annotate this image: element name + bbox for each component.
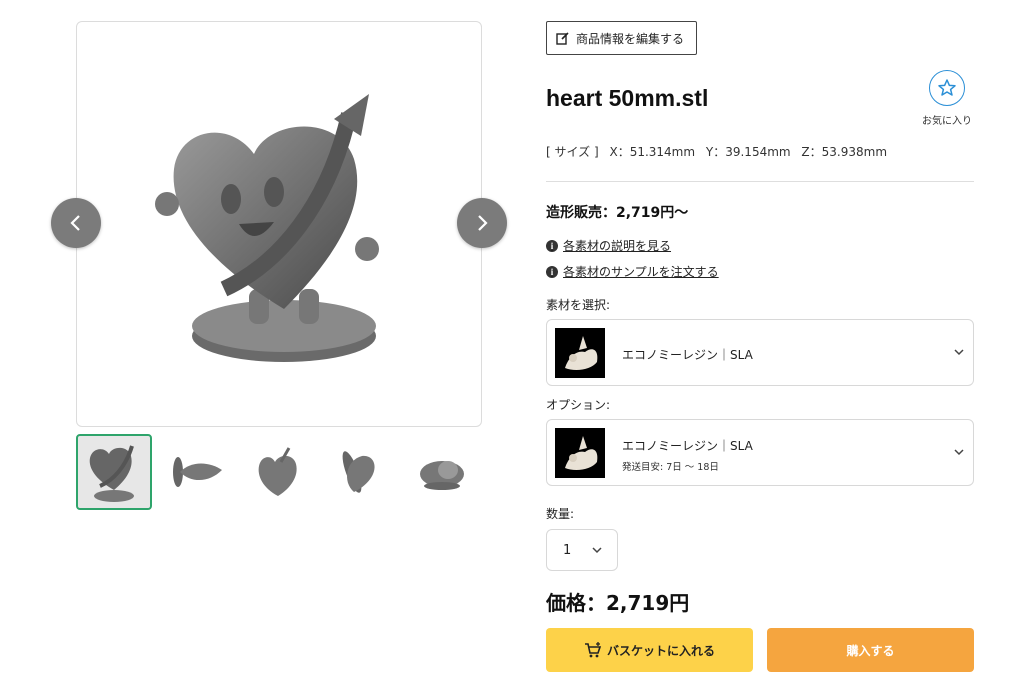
material-explain-label: 各素材の説明を見る	[563, 239, 672, 253]
material-samples-link[interactable]: i 各素材のサンプルを注文する	[546, 263, 719, 280]
thumbnail-5[interactable]	[404, 434, 480, 510]
chevron-down-icon	[592, 547, 602, 554]
option-selected-text: エコノミーレジン｜SLA	[622, 439, 753, 453]
add-to-basket-label: バスケットに入れる	[606, 643, 715, 658]
gallery-next-button[interactable]	[457, 198, 507, 248]
option-label: オプション:	[546, 398, 611, 412]
thumbnail-1[interactable]	[76, 434, 152, 510]
size-info: [ サイズ ] X：51.314mm Y：39.154mm Z：53.938mm	[546, 143, 894, 160]
option-select[interactable]: エコノミーレジン｜SLA 発送目安: 7日 〜 18日	[546, 419, 974, 486]
buy-button[interactable]: 購入する	[767, 628, 974, 672]
material-sample-image	[555, 328, 605, 378]
thumbnail-2[interactable]	[158, 434, 234, 510]
favorite-button[interactable]: お気に入り	[910, 70, 984, 127]
heart-top-view-icon	[173, 457, 222, 487]
resin-figure-icon	[565, 336, 598, 370]
heart-front-view-icon	[89, 445, 134, 502]
size-z: Z：53.938mm	[801, 145, 888, 159]
size-prefix: [ サイズ ]	[546, 145, 599, 159]
favorite-circle	[929, 70, 965, 106]
heart-character-model-icon	[155, 94, 379, 362]
info-icon: i	[546, 239, 558, 252]
thumbnail-3[interactable]	[240, 434, 316, 510]
option-sample-image	[555, 428, 605, 478]
favorite-label: お気に入り	[922, 116, 972, 127]
material-label: 素材を選択:	[546, 298, 611, 312]
material-explain-link[interactable]: i 各素材の説明を見る	[546, 237, 671, 254]
add-to-basket-button[interactable]: バスケットに入れる	[546, 628, 753, 672]
info-icon: i	[546, 265, 558, 278]
quantity-value: 1	[563, 542, 572, 558]
edit-icon	[556, 31, 569, 45]
cart-plus-icon	[584, 642, 602, 658]
shipping-estimate: 発送目安: 7日 〜 18日	[622, 462, 719, 473]
edit-product-label: 商品情報を編集する	[576, 31, 685, 46]
size-y: Y：39.154mm	[705, 145, 791, 159]
total-price: 価格：2,719円	[546, 591, 690, 615]
heart-side-view-icon	[342, 451, 375, 493]
chevron-down-icon	[954, 349, 964, 356]
chevron-down-icon	[954, 449, 964, 456]
thumbnail-4[interactable]	[322, 434, 398, 510]
material-selected-text: エコノミーレジン｜SLA	[622, 348, 753, 362]
from-price: 造形販売：2,719円〜	[546, 205, 689, 221]
star-icon	[938, 79, 956, 96]
heart-bottom-view-icon	[258, 447, 297, 496]
heart-back-view-icon	[420, 461, 464, 490]
quantity-label: 数量:	[546, 507, 575, 521]
quantity-select[interactable]: 1	[546, 529, 618, 571]
chevron-right-icon	[478, 215, 488, 231]
material-samples-label: 各素材のサンプルを注文する	[563, 265, 719, 279]
chevron-left-icon	[70, 215, 80, 231]
edit-product-button[interactable]: 商品情報を編集する	[546, 21, 697, 55]
product-main-image	[76, 21, 482, 427]
product-title: heart 50mm.stl	[546, 85, 709, 111]
thumbnail-strip	[76, 434, 482, 510]
size-x: X：51.314mm	[609, 145, 696, 159]
resin-figure-icon	[565, 436, 598, 470]
material-select[interactable]: エコノミーレジン｜SLA	[546, 319, 974, 386]
buy-label: 購入する	[846, 643, 895, 658]
gallery-prev-button[interactable]	[51, 198, 101, 248]
divider	[546, 181, 974, 182]
